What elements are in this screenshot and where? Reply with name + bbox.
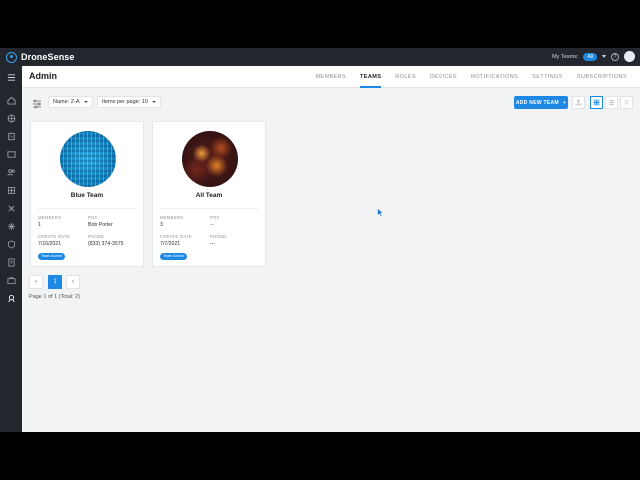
- people-icon[interactable]: [5, 167, 17, 177]
- tab-roles[interactable]: ROLES: [388, 66, 423, 88]
- tab-teams[interactable]: TEAMS: [353, 66, 388, 88]
- my-teams-value[interactable]: All: [583, 52, 597, 61]
- list-view-icon: [609, 100, 614, 105]
- shield-icon[interactable]: [5, 239, 17, 249]
- team-image: [182, 131, 238, 187]
- top-bar: DroneSense My Teams: All ?: [0, 48, 640, 66]
- role-badge: Team Admin: [160, 253, 187, 260]
- help-icon[interactable]: ?: [611, 52, 619, 61]
- app-window: DroneSense My Teams: All ? Admin MEMBERS…: [0, 48, 640, 432]
- items-per-page-dropdown[interactable]: Items per page: 10: [97, 96, 161, 108]
- map-icon[interactable]: [5, 131, 17, 141]
- globe-icon[interactable]: [5, 113, 17, 123]
- tab-members[interactable]: MEMBERS: [308, 66, 353, 88]
- list-view-button[interactable]: [605, 96, 618, 109]
- plus-icon: +: [562, 99, 567, 106]
- logo-icon: [6, 51, 17, 63]
- tab-notifications[interactable]: NOTIFICATIONS: [464, 66, 525, 88]
- location-icon: [624, 99, 629, 106]
- upload-icon: [575, 99, 582, 106]
- create-date-value: 7/7/2021: [160, 241, 181, 247]
- menu-icon[interactable]: [5, 72, 17, 82]
- add-new-team-button[interactable]: ADD NEW TEAM +: [514, 96, 568, 109]
- page-info: Page 1 of 1 (Total: 2): [29, 294, 81, 300]
- home-icon[interactable]: [5, 95, 17, 105]
- filter-icon[interactable]: [32, 96, 42, 109]
- admin-tabs: MEMBERS TEAMS ROLES DEVICES NOTIFICATION…: [308, 66, 634, 88]
- members-value: 1: [38, 222, 41, 228]
- phone-value: (833) 374-3575: [88, 241, 124, 247]
- my-teams-selector: My Teams: All ?: [552, 51, 635, 62]
- phone-label: PHONE: [88, 234, 105, 239]
- briefcase-icon[interactable]: [5, 275, 17, 285]
- create-date-label: CREATE DATE: [38, 234, 70, 239]
- team-name: All Team: [195, 192, 223, 199]
- toolbar: Name: Z-A Items per page: 10 ADD NEW TEA…: [22, 88, 640, 116]
- admin-icon[interactable]: [5, 293, 17, 303]
- team-name: Blue Team: [70, 192, 104, 199]
- members-label: MEMBERS: [160, 215, 184, 220]
- sort-value: Name: Z-A: [53, 99, 80, 105]
- mouse-cursor-icon: [377, 204, 384, 222]
- poc-value: --: [210, 222, 214, 228]
- prev-page-button[interactable]: ‹: [29, 275, 43, 289]
- poc-label: POC: [210, 215, 220, 220]
- settings-icon[interactable]: [5, 221, 17, 231]
- drone-icon[interactable]: [5, 203, 17, 213]
- page-1-button[interactable]: 1: [48, 275, 62, 289]
- items-per-page-value: Items per page: 10: [102, 99, 148, 105]
- export-button[interactable]: [572, 96, 585, 109]
- role-badge: Team Admin: [38, 253, 65, 260]
- media-icon[interactable]: [5, 149, 17, 159]
- team-card[interactable]: All Team MEMBERS 3 POC -- CREATE DATE 7/…: [152, 121, 266, 267]
- grid-view-icon: [593, 99, 600, 106]
- page-header: Admin MEMBERS TEAMS ROLES DEVICES NOTIFI…: [22, 66, 640, 88]
- side-nav: [0, 66, 22, 432]
- team-card[interactable]: Blue Team MEMBERS 1 POC Bob Porter CREAT…: [30, 121, 144, 267]
- poc-value: Bob Porter: [88, 222, 113, 228]
- create-date-value: 7/16/2021: [38, 241, 62, 247]
- map-view-button[interactable]: [620, 96, 633, 109]
- members-value: 3: [160, 222, 163, 228]
- divider: [160, 208, 258, 209]
- phone-label: PHONE: [210, 234, 227, 239]
- app-name: DroneSense: [21, 52, 75, 62]
- grid-icon[interactable]: [5, 185, 17, 195]
- tab-devices[interactable]: DEVICES: [423, 66, 464, 88]
- next-page-button[interactable]: ›: [66, 275, 80, 289]
- create-date-label: CREATE DATE: [160, 234, 192, 239]
- avatar[interactable]: [624, 51, 635, 62]
- tab-settings[interactable]: SETTINGS: [525, 66, 570, 88]
- members-label: MEMBERS: [38, 215, 62, 220]
- phone-value: ---: [210, 241, 216, 247]
- divider: [38, 208, 136, 209]
- chevron-down-icon: [83, 101, 88, 103]
- add-new-team-label: ADD NEW TEAM: [515, 99, 559, 106]
- sort-dropdown[interactable]: Name: Z-A: [48, 96, 93, 108]
- grid-view-button[interactable]: [590, 96, 603, 109]
- page-title: Admin: [29, 71, 57, 81]
- logo[interactable]: DroneSense: [6, 51, 75, 63]
- chevron-down-icon[interactable]: [602, 55, 606, 58]
- poc-label: POC: [88, 215, 98, 220]
- my-teams-label: My Teams:: [551, 53, 579, 60]
- team-image: [60, 131, 116, 187]
- chevron-down-icon: [151, 101, 156, 103]
- tab-subscriptions[interactable]: SUBSCRIPTIONS: [570, 66, 634, 88]
- checklist-icon[interactable]: [5, 257, 17, 267]
